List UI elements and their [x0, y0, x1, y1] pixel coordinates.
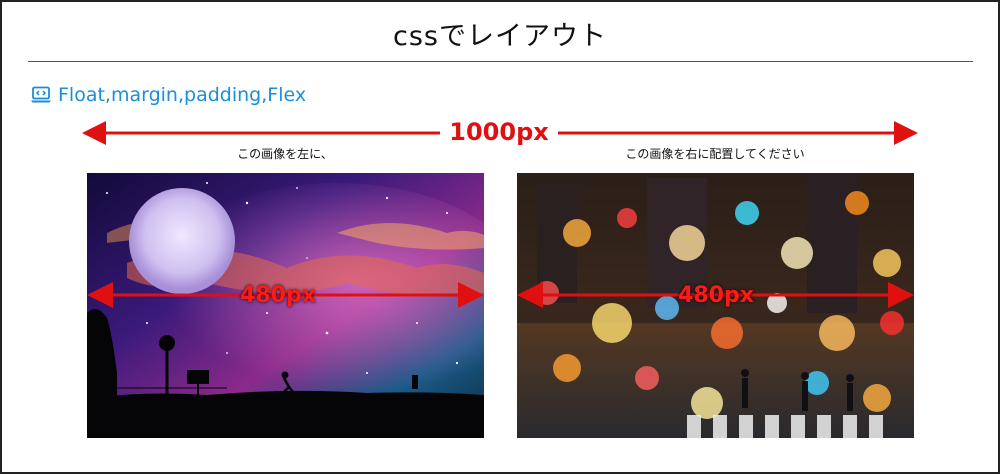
total-width-label: 1000px [440, 117, 558, 147]
left-image-width-label: 480px [240, 283, 316, 308]
page-title: cssでレイアウト [393, 21, 607, 52]
left-caption: この画像を左に、 [237, 147, 333, 161]
section-heading-text: Float,margin,padding,Flex [58, 84, 307, 106]
section-heading: Float,margin,padding,Flex [30, 84, 306, 106]
right-image-width-label: 480px [678, 283, 754, 308]
right-caption: この画像を右に配置してください [625, 147, 805, 161]
laptop-code-icon [31, 86, 51, 103]
title-divider [28, 61, 973, 62]
